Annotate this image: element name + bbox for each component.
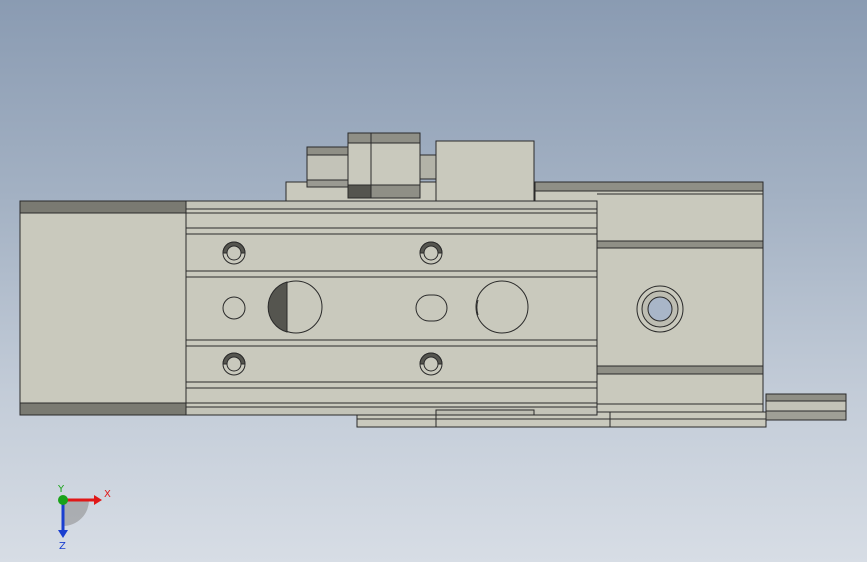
x-arrow-icon bbox=[94, 495, 102, 505]
orientation-triad: X Y Z bbox=[57, 484, 111, 550]
y-axis-dot bbox=[58, 495, 68, 505]
port-hole bbox=[636, 285, 684, 333]
mount-hole bbox=[267, 280, 323, 334]
pin-hole bbox=[222, 296, 246, 320]
triad-plane bbox=[63, 500, 89, 526]
screw-hole bbox=[222, 352, 246, 376]
mount-hole bbox=[475, 280, 529, 334]
slot-hole bbox=[415, 294, 448, 322]
sensor-block bbox=[435, 140, 535, 207]
upper-slot bbox=[185, 227, 598, 278]
piston-rod bbox=[765, 393, 847, 421]
screw-hole bbox=[222, 241, 246, 265]
cad-viewport[interactable]: X Y Z bbox=[0, 0, 867, 562]
screw-hole bbox=[419, 352, 443, 376]
slide-cylinder-model[interactable] bbox=[0, 0, 867, 562]
z-arrow-icon bbox=[58, 530, 68, 538]
lower-slot bbox=[185, 339, 598, 389]
screw-hole bbox=[419, 241, 443, 265]
y-axis-label: Y bbox=[57, 484, 65, 495]
z-axis-label: Z bbox=[59, 541, 66, 550]
x-axis-label: X bbox=[104, 489, 111, 500]
